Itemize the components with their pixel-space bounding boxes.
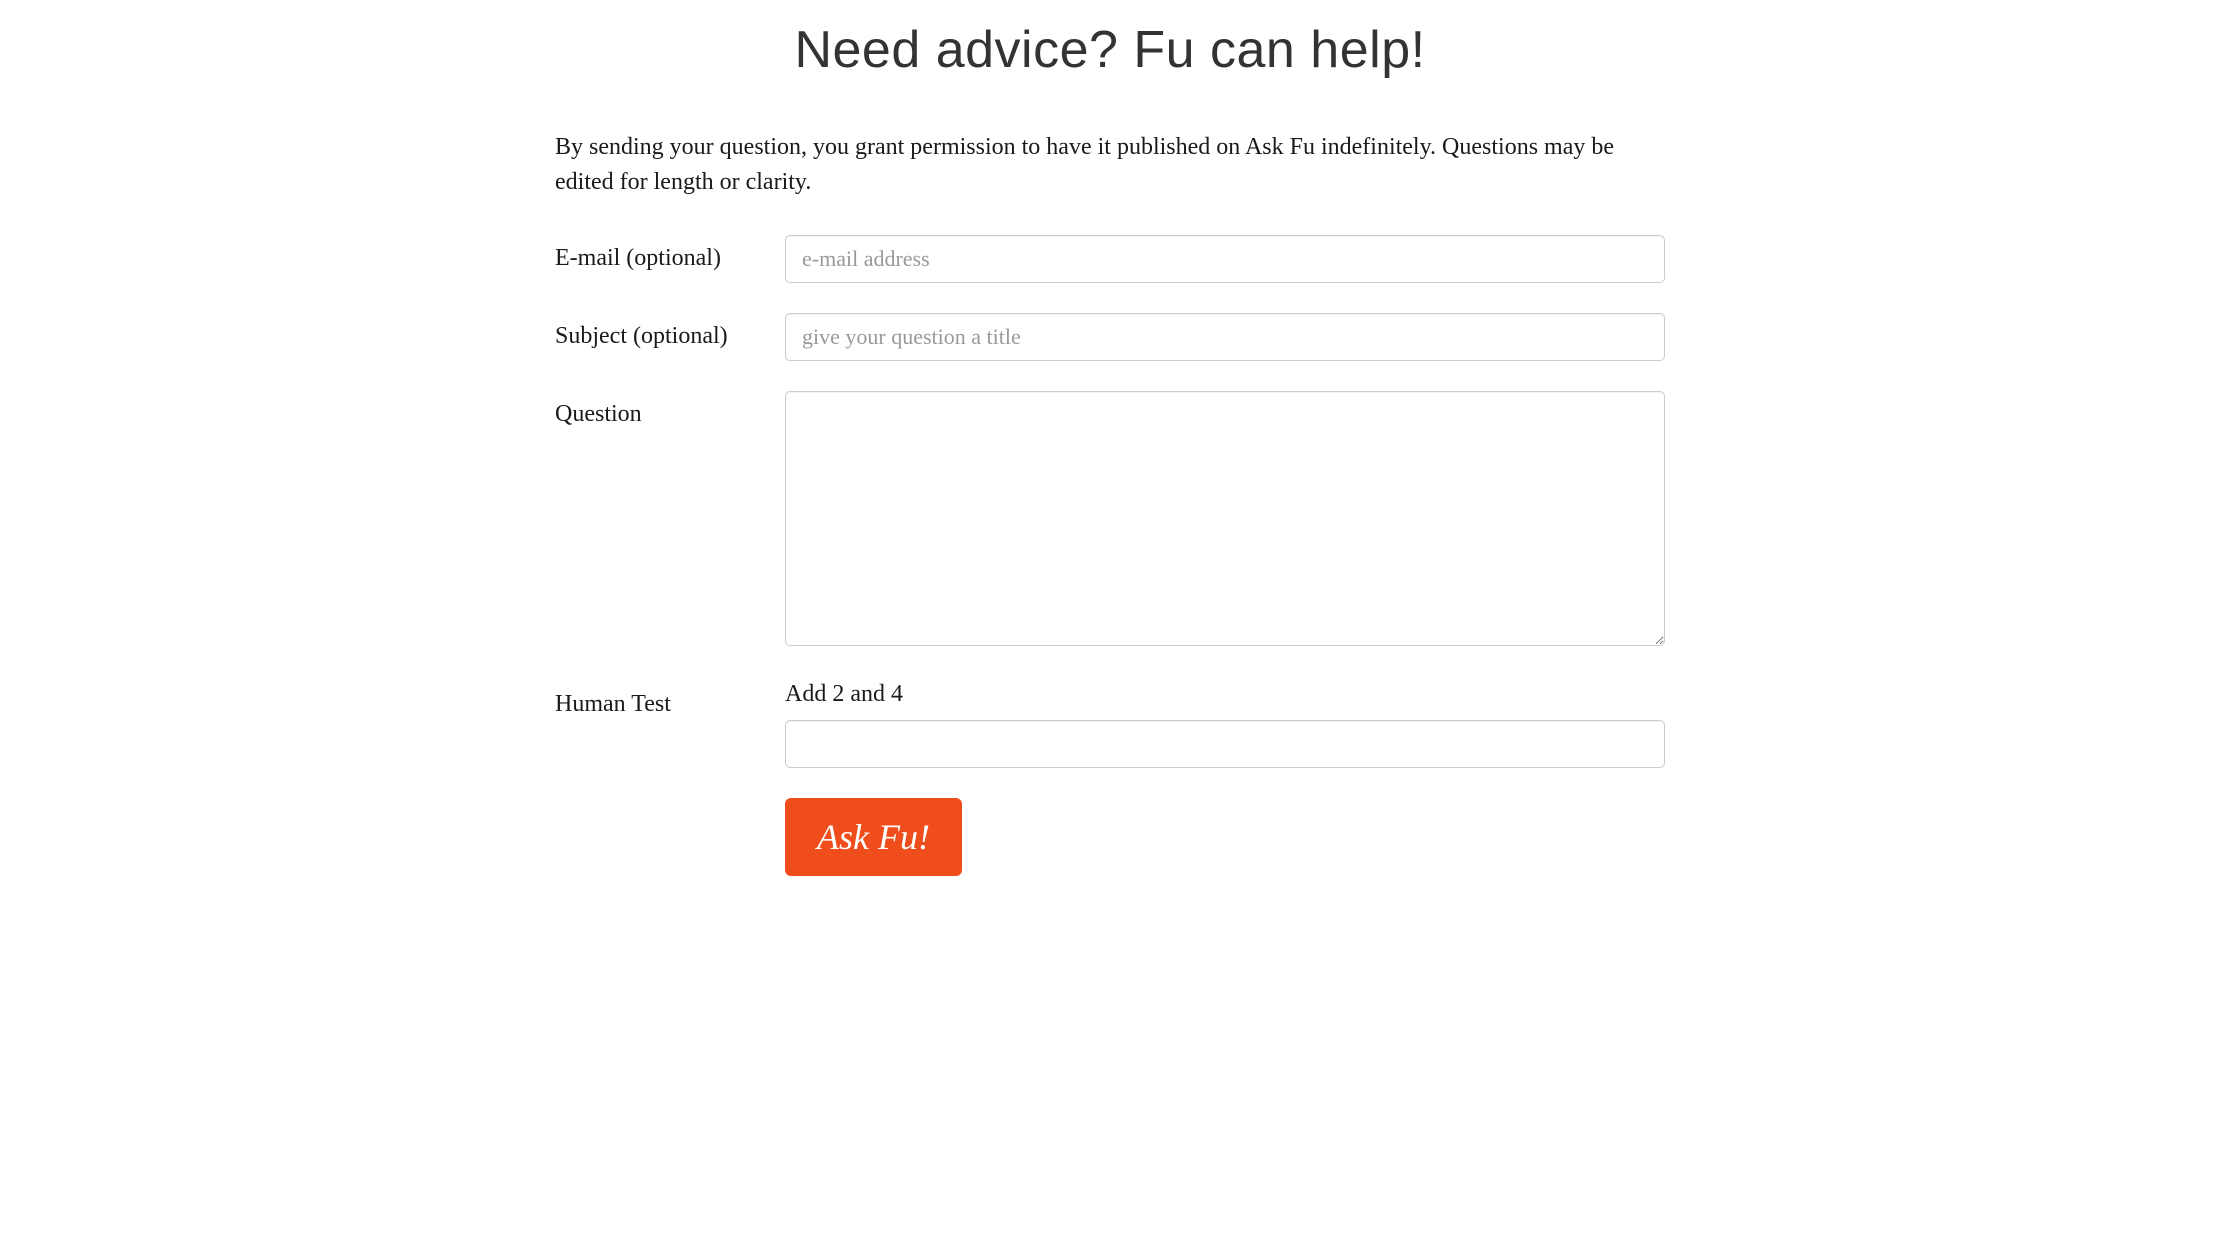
human-test-input[interactable]: [785, 720, 1665, 768]
submit-button[interactable]: Ask Fu!: [785, 798, 962, 876]
subject-input[interactable]: [785, 313, 1665, 361]
question-textarea-wrap: [785, 391, 1665, 651]
email-input-wrap: [785, 235, 1665, 283]
subject-row: Subject (optional): [555, 313, 1665, 361]
human-test-label: Human Test: [555, 681, 785, 718]
form-container: Need advice? Fu can help! By sending you…: [525, 0, 1695, 896]
human-test-wrap: Add 2 and 4: [785, 681, 1665, 768]
human-test-row: Human Test Add 2 and 4: [555, 681, 1665, 768]
submit-spacer: [555, 798, 785, 876]
question-row: Question: [555, 391, 1665, 651]
intro-text: By sending your question, you grant perm…: [555, 130, 1665, 200]
human-test-prompt: Add 2 and 4: [785, 681, 1665, 708]
subject-input-wrap: [785, 313, 1665, 361]
email-label: E-mail (optional): [555, 235, 785, 272]
email-row: E-mail (optional): [555, 235, 1665, 283]
subject-label: Subject (optional): [555, 313, 785, 350]
question-textarea[interactable]: [785, 391, 1665, 646]
submit-row: Ask Fu!: [555, 798, 1665, 876]
page-heading: Need advice? Fu can help!: [555, 20, 1665, 80]
question-label: Question: [555, 391, 785, 428]
email-input[interactable]: [785, 235, 1665, 283]
